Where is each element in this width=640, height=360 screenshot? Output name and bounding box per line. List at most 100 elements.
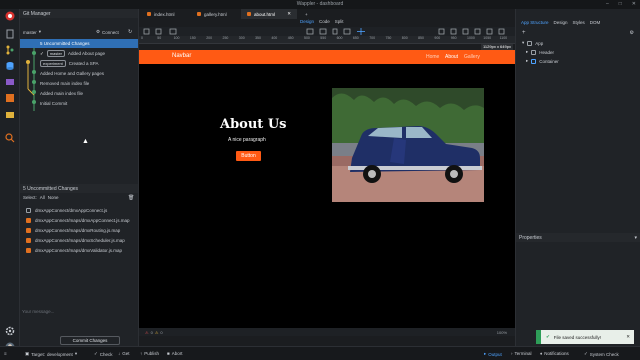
- tab-gallery[interactable]: gallery.html: [191, 9, 233, 19]
- projects-icon[interactable]: [5, 109, 15, 119]
- close-icon[interactable]: ✕: [632, 1, 636, 7]
- select-all-link[interactable]: All: [40, 195, 45, 200]
- html-file-icon: [247, 12, 251, 16]
- abort-button[interactable]: ■ Abort: [167, 351, 182, 356]
- commit-row[interactable]: Initial Commit: [40, 99, 67, 108]
- uncommitted-row[interactable]: 5 Uncommitted Changes: [20, 39, 138, 48]
- chevron-right-icon: ▸: [526, 58, 529, 63]
- tab-design[interactable]: Design: [554, 20, 568, 25]
- commit-message-input[interactable]: Your message...: [22, 309, 54, 314]
- output-button[interactable]: ▸ Output: [484, 351, 502, 357]
- output-icon: ▸: [484, 351, 487, 356]
- terminal-button[interactable]: › Terminal: [511, 351, 532, 356]
- git-icon[interactable]: [5, 45, 15, 55]
- branch-selector[interactable]: master ▾: [23, 29, 41, 35]
- files-icon[interactable]: [5, 29, 15, 39]
- server-connect-icon[interactable]: [5, 77, 15, 87]
- ruler-tick: 0: [141, 36, 143, 40]
- ruler-tick: 950: [450, 36, 457, 40]
- nav-link-about[interactable]: About: [445, 54, 458, 60]
- notifications-button[interactable]: ♦ Notifications: [540, 351, 569, 356]
- close-icon[interactable]: ✕: [287, 11, 291, 17]
- wappler-logo-icon[interactable]: [5, 11, 15, 21]
- html-file-icon: [147, 12, 151, 16]
- tree-node-container[interactable]: ▸ Container: [526, 57, 559, 65]
- design-view-button[interactable]: Design: [300, 19, 314, 27]
- commit-row[interactable]: experiment Created a SPA: [40, 59, 98, 68]
- hero-paragraph[interactable]: A nice paragraph: [228, 137, 266, 143]
- check-button[interactable]: ✓ Check: [94, 351, 113, 357]
- commit-changes-button[interactable]: Commit Changes: [60, 336, 120, 345]
- commit-row[interactable]: Added Home and Gallery pages: [40, 69, 104, 78]
- tab-index[interactable]: index.html: [141, 9, 181, 19]
- hero-heading[interactable]: About Us: [220, 117, 287, 132]
- ruler-tick: 750: [385, 36, 392, 40]
- assets-icon[interactable]: [5, 93, 15, 103]
- toggle-panel-icon[interactable]: ≡: [4, 351, 7, 356]
- settings-icon[interactable]: ⚙: [630, 30, 634, 36]
- file-checkbox[interactable]: [26, 227, 31, 233]
- system-check-button[interactable]: ✓ System Check: [584, 351, 619, 357]
- commit-row[interactable]: Added main index file: [40, 89, 83, 98]
- properties-header[interactable]: Properties ▾: [516, 233, 640, 242]
- commit-message: Added Home and Gallery pages: [40, 71, 105, 76]
- tree-node-app[interactable]: ▾ App: [522, 39, 543, 47]
- changed-file-row[interactable]: dmxAppConnect/maps/dmxValidator.js.map: [26, 246, 122, 254]
- success-toast[interactable]: ✔ File saved successfully! ✕: [536, 330, 634, 344]
- branch-name: master: [23, 29, 37, 35]
- window-controls: – □ ✕: [606, 1, 636, 7]
- git-panel-title: Git Manager: [23, 10, 51, 17]
- get-button[interactable]: ↓ Get: [118, 351, 130, 356]
- warning-icon: ⚠: [154, 329, 159, 335]
- tab-styles[interactable]: Styles: [573, 20, 585, 25]
- nav-link-home[interactable]: Home: [426, 54, 439, 60]
- file-checkbox[interactable]: [26, 207, 31, 213]
- changed-file-row[interactable]: dmxAppConnect/maps/dmxAppConnect.js.map: [26, 216, 130, 224]
- new-tab-button[interactable]: +: [299, 9, 314, 19]
- activity-rail: [0, 9, 20, 360]
- ruler: 0 50 100 150 200 250 300 350 400 450 500 550 600 650 7…: [139, 36, 515, 44]
- error-count[interactable]: ⚠ 0 ⚠ 0: [145, 330, 163, 335]
- zoom-level[interactable]: 100%: [497, 330, 507, 335]
- publish-label: Publish: [144, 351, 160, 356]
- commit-row[interactable]: Removed main index file: [40, 79, 89, 88]
- code-view-button[interactable]: Code: [319, 19, 330, 27]
- changed-file-row[interactable]: dmxAppConnect/dmxAppConnect.js: [26, 206, 107, 214]
- close-icon[interactable]: ✕: [626, 334, 630, 340]
- file-checkbox[interactable]: [26, 217, 31, 223]
- maximize-icon[interactable]: □: [619, 1, 622, 7]
- changes-header: 5 Uncommitted Changes: [20, 184, 138, 193]
- refresh-icon[interactable]: ↻: [128, 29, 132, 35]
- database-icon[interactable]: [5, 61, 15, 71]
- tree-node-header[interactable]: ▸ Header: [526, 48, 554, 56]
- add-component-icon[interactable]: +: [522, 30, 526, 36]
- tab-about[interactable]: about.html ✕: [241, 9, 297, 19]
- page-navbar[interactable]: Navbar Home About Gallery: [139, 50, 515, 64]
- settings-icon[interactable]: [5, 326, 15, 336]
- tab-app-structure[interactable]: App Structure: [521, 20, 549, 25]
- design-canvas[interactable]: Navbar Home About Gallery About Us A nic…: [139, 50, 515, 328]
- file-checkbox[interactable]: [26, 237, 31, 243]
- file-checkbox[interactable]: [26, 247, 31, 253]
- navbar-brand[interactable]: Navbar: [172, 53, 191, 59]
- publish-button[interactable]: ↑ Publish: [140, 351, 159, 356]
- trash-icon[interactable]: 🗑: [128, 195, 134, 201]
- tab-dom[interactable]: DOM: [590, 20, 601, 25]
- file-name: dmxAppConnect/maps/dmxScheduler.js.map: [35, 237, 125, 243]
- split-view-button[interactable]: Split: [335, 19, 344, 27]
- nav-link-gallery[interactable]: Gallery: [464, 54, 480, 60]
- select-none-link[interactable]: None: [48, 195, 59, 200]
- changed-file-row[interactable]: dmxAppConnect/maps/dmxScheduler.js.map: [26, 236, 125, 244]
- commit-row[interactable]: ✓ master Added About page: [40, 49, 105, 58]
- warning-count-value: 0: [160, 329, 163, 335]
- uncommitted-label: 5 Uncommitted Changes: [40, 41, 90, 46]
- connect-button[interactable]: ⚙ Connect: [96, 29, 119, 35]
- commit-message: Added About page: [68, 51, 106, 56]
- search-icon[interactable]: [5, 133, 15, 143]
- minimize-icon[interactable]: –: [606, 1, 609, 7]
- car-photo[interactable]: [332, 88, 484, 202]
- changed-file-row[interactable]: dmxAppConnect/maps/dmxRouting.js.map: [26, 226, 120, 234]
- hero-button[interactable]: Button: [236, 151, 261, 161]
- target-selector[interactable]: ▣ Target: development ▾: [25, 351, 77, 357]
- container-icon: [531, 58, 537, 64]
